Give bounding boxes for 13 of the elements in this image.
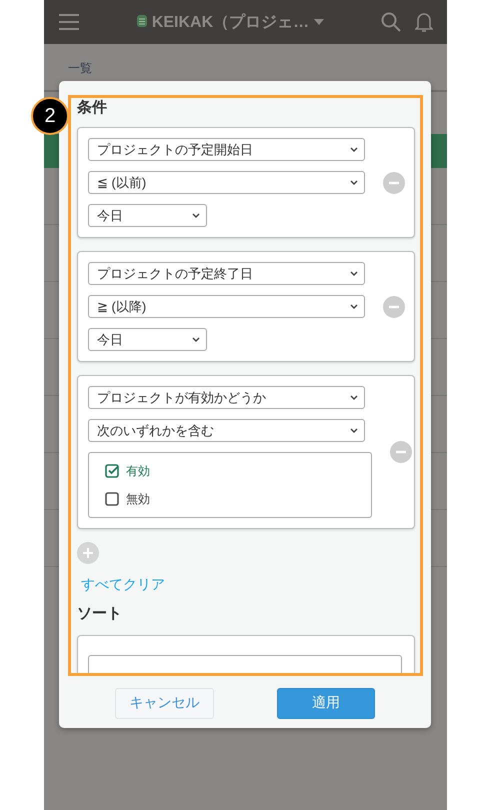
value-select[interactable]: 今日 — [88, 204, 207, 227]
field-select[interactable]: プロジェクトの予定終了日 — [88, 262, 365, 285]
field-select[interactable]: プロジェクトの予定開始日 — [88, 138, 365, 161]
operator-select[interactable]: 次のいずれかを含む — [88, 419, 365, 442]
field-select[interactable]: プロジェクトが有効かどうか — [88, 386, 365, 409]
value-select[interactable]: 今日 — [88, 328, 207, 351]
option-label[interactable]: 無効 — [126, 490, 150, 508]
section-heading: ソート — [77, 604, 123, 623]
operator-select[interactable]: ≦ (以前) — [88, 171, 365, 194]
section-heading: 条件 — [77, 98, 108, 117]
operator-select[interactable]: ≧ (以降) — [88, 295, 365, 318]
step-badge: 2 — [31, 97, 69, 135]
option-label[interactable]: 有効 — [126, 462, 150, 480]
